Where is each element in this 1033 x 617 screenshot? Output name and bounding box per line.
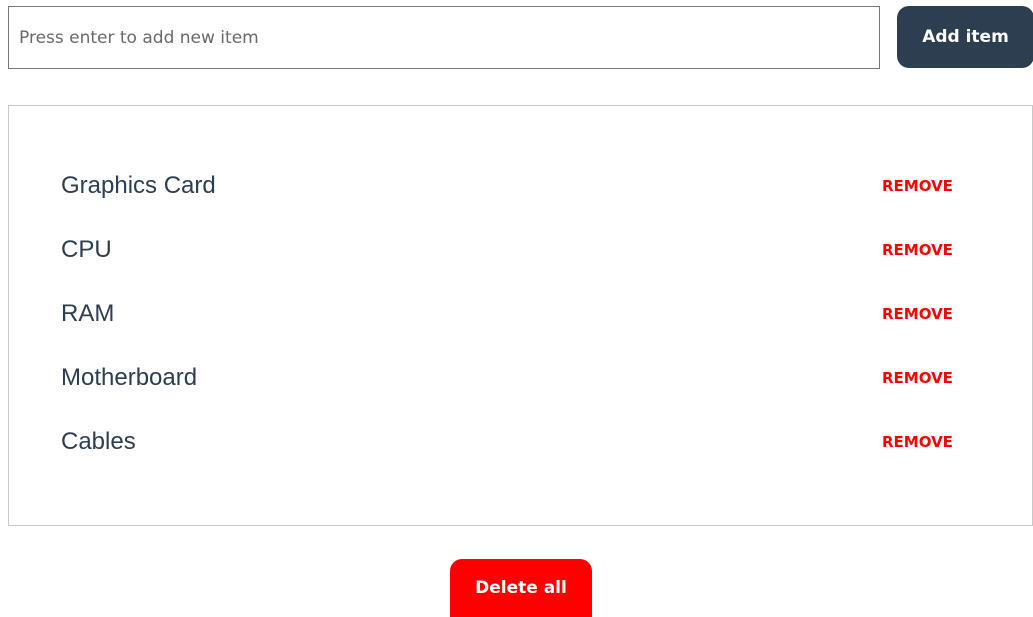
item-name: Graphics Card bbox=[61, 172, 216, 199]
item-list: Graphics Card REMOVE CPU REMOVE RAM REMO… bbox=[9, 156, 1032, 476]
add-item-row: Add item bbox=[8, 6, 1033, 69]
list-item: CPU REMOVE bbox=[9, 220, 1032, 284]
new-item-input[interactable] bbox=[8, 6, 880, 69]
list-item: Motherboard REMOVE bbox=[9, 348, 1032, 412]
item-list-panel: Graphics Card REMOVE CPU REMOVE RAM REMO… bbox=[8, 105, 1033, 526]
item-name: RAM bbox=[61, 300, 115, 327]
delete-all-button[interactable]: Delete all bbox=[450, 559, 592, 617]
item-name: Cables bbox=[61, 428, 136, 455]
list-item: RAM REMOVE bbox=[9, 284, 1032, 348]
add-item-button[interactable]: Add item bbox=[897, 6, 1033, 68]
remove-button[interactable]: REMOVE bbox=[882, 241, 953, 259]
remove-button[interactable]: REMOVE bbox=[882, 433, 953, 451]
remove-button[interactable]: REMOVE bbox=[882, 305, 953, 323]
remove-button[interactable]: REMOVE bbox=[882, 369, 953, 387]
item-name: CPU bbox=[61, 236, 112, 263]
remove-button[interactable]: REMOVE bbox=[882, 177, 953, 195]
item-name: Motherboard bbox=[61, 364, 198, 391]
list-item: Cables REMOVE bbox=[9, 412, 1032, 476]
list-item: Graphics Card REMOVE bbox=[9, 156, 1032, 220]
